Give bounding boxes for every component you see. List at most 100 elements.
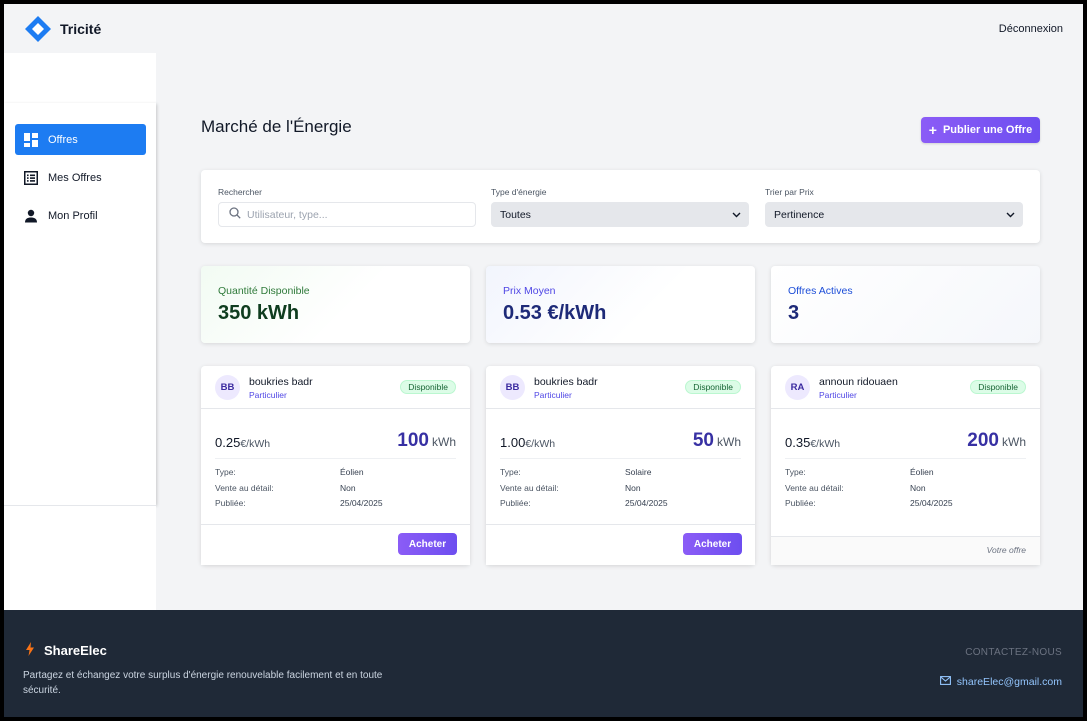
offer-details: Type: Solaire Vente au détail: Non Publiée…	[500, 467, 740, 514]
price-unit: €/kWh	[525, 438, 556, 450]
offer-card-footer: Votre offre	[771, 536, 1040, 565]
quantity-value: 50	[692, 430, 714, 451]
detail-value: Non	[625, 482, 641, 493]
price-value: 0.35	[785, 435, 811, 450]
detail-row: Vente au détail: Non	[785, 483, 1025, 499]
offer-card-footer: Acheter	[486, 524, 755, 565]
detail-value: 25/04/2025	[625, 498, 668, 508]
seller-type: Particulier	[819, 390, 857, 400]
offer-card: RA announ ridouaen Particulier Disponibl…	[771, 366, 1040, 565]
detail-row: Type: Éolien	[785, 467, 1025, 483]
chevron-down-icon	[732, 209, 741, 221]
sort-value: Pertinence	[774, 208, 825, 221]
price-row: 0.35€/kWh 200 kWh	[785, 426, 1026, 454]
detail-row: Vente au détail: Non	[500, 483, 740, 499]
own-offer-label: Votre offre	[986, 545, 1026, 555]
stat-value: 3	[788, 302, 800, 324]
offer-card-header: BB boukries badr Particulier Disponible	[201, 366, 470, 409]
detail-value: Solaire	[625, 467, 652, 477]
detail-row: Vente au détail: Non	[215, 483, 455, 499]
price: 0.35€/kWh	[785, 435, 840, 450]
status-badge: Disponible	[970, 380, 1026, 394]
quantity-unit: kWh	[432, 435, 456, 449]
offer-card-footer: Acheter	[201, 524, 470, 565]
status-badge: Disponible	[400, 380, 456, 394]
quantity-unit: kWh	[1002, 435, 1026, 449]
detail-value: Non	[340, 482, 356, 493]
page-title: Marché de l'Énergie	[201, 117, 352, 136]
brand-name: Tricité	[60, 20, 102, 37]
detail-key: Type:	[215, 467, 236, 477]
avatar: BB	[500, 375, 525, 400]
list-icon	[24, 170, 38, 185]
offer-details: Type: Éolien Vente au détail: Non Publiée:…	[215, 467, 455, 514]
search-input[interactable]	[247, 208, 467, 221]
detail-key: Type:	[785, 467, 806, 477]
sort-label: Trier par Prix	[765, 187, 814, 197]
stat-card-quantity: Quantité Disponible 350 kWh	[201, 266, 470, 343]
contact-email: shareElec@gmail.com	[956, 676, 1062, 688]
app-window: Tricité Déconnexion Offres Mes Offres Mo…	[4, 4, 1083, 717]
detail-value: 25/04/2025	[340, 498, 383, 508]
footer-brand: ShareElec	[25, 642, 107, 659]
quantity-unit: kWh	[717, 435, 741, 449]
stat-label: Offres Actives	[788, 285, 853, 297]
detail-row: Publiée: 25/04/2025	[785, 498, 1025, 514]
divider	[215, 458, 456, 459]
mail-icon	[939, 676, 951, 688]
logout-link[interactable]: Déconnexion	[999, 23, 1063, 35]
top-bar: Tricité Déconnexion	[4, 4, 1083, 53]
sidebar-item-label: Offres	[48, 133, 78, 146]
search-box[interactable]	[218, 202, 476, 227]
seller-type: Particulier	[249, 390, 287, 400]
sort-select[interactable]: Pertinence	[765, 202, 1023, 227]
price: 0.25€/kWh	[215, 435, 270, 450]
seller-name: boukries badr	[249, 376, 313, 388]
price: 1.00€/kWh	[500, 435, 555, 450]
stat-label: Prix Moyen	[503, 285, 556, 297]
publish-offer-button[interactable]: + Publier une Offre	[921, 117, 1040, 143]
footer: ShareElec Partagez et échangez votre sur…	[4, 610, 1083, 717]
brand[interactable]: Tricité	[24, 15, 101, 43]
buy-button[interactable]: Acheter	[683, 533, 742, 555]
user-icon	[24, 209, 38, 223]
detail-value: 25/04/2025	[910, 498, 953, 508]
energy-type-value: Toutes	[500, 208, 531, 221]
buy-button[interactable]: Acheter	[398, 533, 457, 555]
price-unit: €/kWh	[240, 438, 271, 450]
divider	[500, 458, 741, 459]
detail-key: Publiée:	[215, 498, 246, 508]
detail-key: Vente au détail:	[785, 482, 844, 493]
contact-title: CONTACTEZ-NOUS	[965, 647, 1062, 658]
offer-card-header: BB boukries badr Particulier Disponible	[486, 366, 755, 409]
seller-name: announ ridouaen	[819, 376, 898, 388]
quantity-value: 200	[967, 430, 999, 451]
status-badge: Disponible	[685, 380, 741, 394]
search-label: Rechercher	[218, 187, 262, 197]
energy-type-select[interactable]: Toutes	[491, 202, 749, 227]
sort-filter: Trier par Prix Pertinence	[765, 187, 1023, 227]
offer-card: BB boukries badr Particulier Disponible …	[201, 366, 470, 565]
price-row: 0.25€/kWh 100 kWh	[215, 426, 456, 454]
quantity: 100 kWh	[397, 430, 456, 452]
quantity-value: 100	[397, 430, 429, 451]
detail-row: Publiée: 25/04/2025	[500, 498, 740, 514]
sidebar-item-label: Mes Offres	[48, 171, 102, 184]
detail-row: Publiée: 25/04/2025	[215, 498, 455, 514]
detail-key: Publiée:	[500, 498, 531, 508]
plus-icon: +	[928, 122, 937, 138]
sidebar-item-offres[interactable]: Offres	[15, 124, 146, 155]
publish-offer-label: Publier une Offre	[942, 124, 1033, 136]
offer-details: Type: Éolien Vente au détail: Non Publiée:…	[785, 467, 1025, 514]
detail-key: Type:	[500, 467, 521, 477]
contact-email-link[interactable]: shareElec@gmail.com	[939, 676, 1062, 688]
seller-name: boukries badr	[534, 376, 598, 388]
offer-card: BB boukries badr Particulier Disponible …	[486, 366, 755, 565]
stat-label: Quantité Disponible	[218, 285, 310, 297]
sidebar-item-mes-offres[interactable]: Mes Offres	[15, 162, 146, 193]
detail-value: Non	[910, 482, 926, 493]
seller-type: Particulier	[534, 390, 572, 400]
dashboard-icon	[24, 132, 38, 147]
price-unit: €/kWh	[810, 438, 841, 450]
sidebar-item-mon-profil[interactable]: Mon Profil	[15, 200, 146, 231]
